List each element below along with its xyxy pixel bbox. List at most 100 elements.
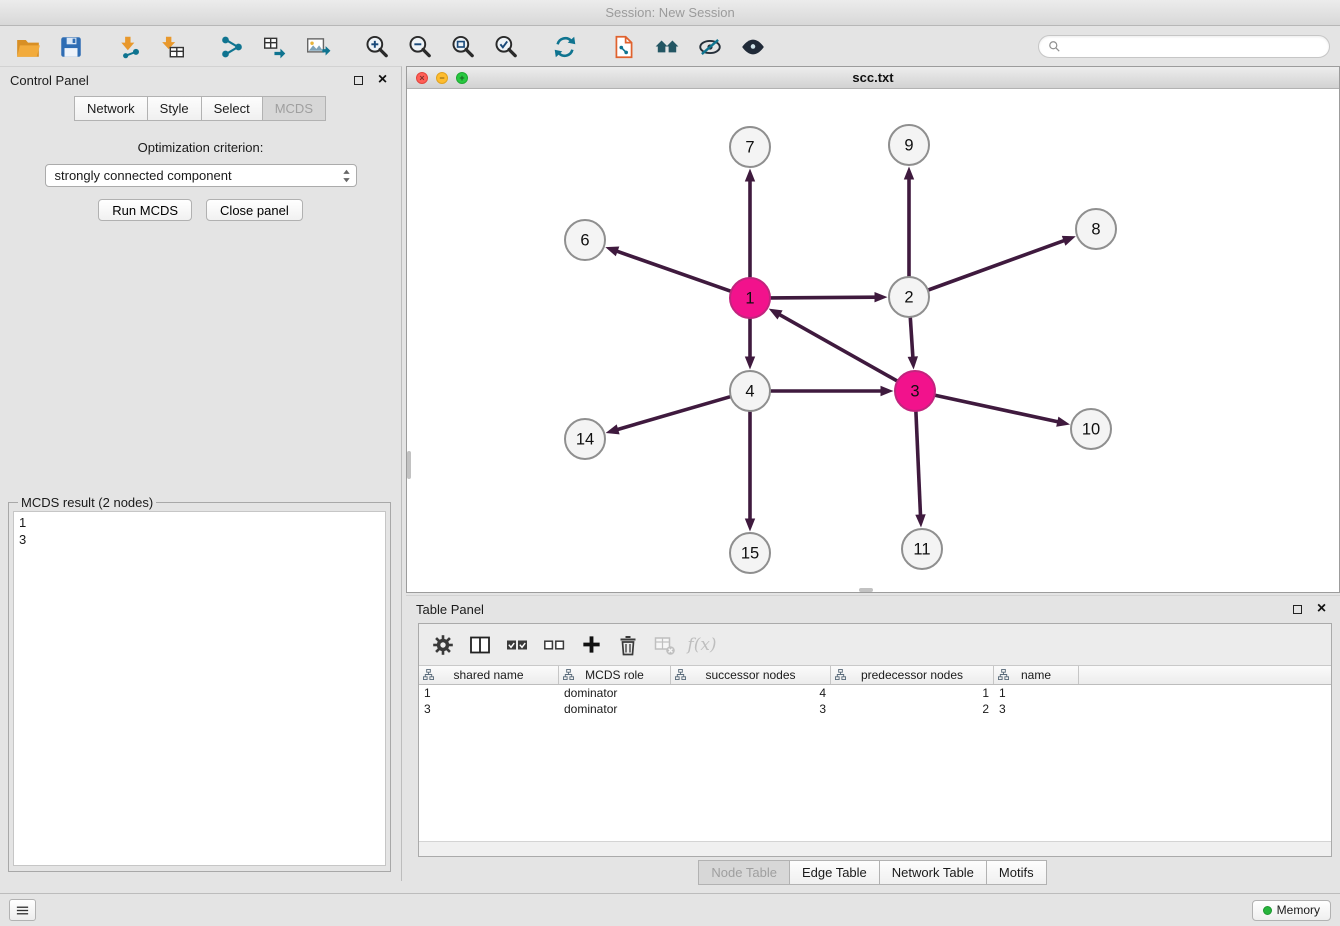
graph-node-9[interactable]: 9 [889,125,929,165]
column-header-predecessor-nodes[interactable]: predecessor nodes [831,666,994,684]
graph-edge-1-4[interactable] [745,319,755,370]
zoom-in-button[interactable] [359,30,395,64]
graph-edge-1-6[interactable] [605,247,730,292]
graph-node-1[interactable]: 1 [730,278,770,318]
float-table-panel-button[interactable] [1289,601,1306,618]
table-row[interactable]: 1dominator411 [419,685,1331,701]
tab-node-table[interactable]: Node Table [698,860,790,885]
apply-preferred-layout-button[interactable] [547,30,583,64]
tab-network[interactable]: Network [74,96,148,121]
function-builder-button: f(x) [685,629,719,661]
unselect-all-columns-button[interactable] [537,629,571,661]
tab-style[interactable]: Style [147,96,202,121]
hide-graphics-details-button[interactable] [692,30,728,64]
network-graph-holder: 7 9 6 8 1 2 4 3 14 10 15 11 [407,89,1339,592]
column-type-icon [835,669,846,680]
tab-edge-table[interactable]: Edge Table [789,860,880,885]
close-panel-action-button[interactable]: Close panel [206,199,303,221]
network-canvas[interactable]: 7 9 6 8 1 2 4 3 14 10 15 11 [407,89,1339,592]
minimize-network-window-button[interactable]: − [436,72,448,84]
graph-node-7[interactable]: 7 [730,127,770,167]
save-session-button[interactable] [53,30,89,64]
graph-edge-4-14[interactable] [606,397,731,435]
graph-node-6[interactable]: 6 [565,220,605,260]
zoom-fit-icon [450,34,476,60]
optimization-criterion-select[interactable]: strongly connected component [45,164,357,187]
search-icon [1048,40,1061,53]
memory-button[interactable]: Memory [1252,900,1331,921]
close-network-window-button[interactable]: × [416,72,428,84]
graph-node-14[interactable]: 14 [565,419,605,459]
node-label: 2 [904,289,913,307]
table-delete-icon [653,633,677,657]
float-control-panel-button[interactable] [350,72,367,89]
graph-edge-3-11[interactable] [915,412,925,528]
zoom-selected-icon [493,34,519,60]
zoom-selected-region-button[interactable] [488,30,524,64]
close-control-panel-button[interactable]: × [374,72,391,89]
select-all-columns-button[interactable] [500,629,534,661]
first-neighbors-button[interactable] [649,30,685,64]
graph-node-3[interactable]: 3 [895,371,935,411]
graph-node-4[interactable]: 4 [730,371,770,411]
graph-edge-1-2[interactable] [771,292,888,302]
graph-edge-4-15[interactable] [745,412,755,532]
delete-table-button [648,629,682,661]
vertical-scrollbar[interactable] [407,451,411,479]
table-box: f(x) shared nameMCDS role successor nodes… [418,623,1332,857]
column-header-successor-nodes[interactable]: successor nodes [671,666,831,684]
table-cell: 1 [994,686,1079,700]
floppy-icon [58,34,84,60]
column-header-shared-name[interactable]: shared name [419,666,559,684]
horizontal-scrollbar[interactable] [859,588,873,592]
clone-network-button[interactable] [257,30,293,64]
network-file-button[interactable] [606,30,642,64]
show-graphics-details-button[interactable] [735,30,771,64]
tab-network-table[interactable]: Network Table [879,860,987,885]
graph-edge-2-8[interactable] [928,236,1076,290]
column-type-icon [675,669,686,680]
open-session-button[interactable] [10,30,46,64]
delete-columns-button[interactable] [611,629,645,661]
column-header-mcds-role[interactable]: MCDS role [559,666,671,684]
node-label: 14 [576,431,594,449]
tab-mcds[interactable]: MCDS [262,96,326,121]
tab-motifs[interactable]: Motifs [986,860,1047,885]
zoom-network-window-button[interactable]: + [456,72,468,84]
graph-edge-2-3[interactable] [908,318,918,370]
create-new-column-button[interactable] [574,629,608,661]
graph-node-15[interactable]: 15 [730,533,770,573]
table-row[interactable]: 3dominator323 [419,701,1331,717]
column-header-label: successor nodes [705,668,795,682]
graph-edge-3-10[interactable] [935,395,1070,427]
tab-select[interactable]: Select [201,96,263,121]
graph-node-11[interactable]: 11 [902,529,942,569]
show-column-button[interactable] [463,629,497,661]
table-cell: 1 [831,686,994,700]
zoom-out-button[interactable] [402,30,438,64]
graph-edge-4-3[interactable] [771,386,894,396]
column-header-name[interactable]: name [994,666,1079,684]
zoom-fit-content-button[interactable] [445,30,481,64]
graph-edge-2-9[interactable] [904,167,914,277]
import-table-from-file-button[interactable] [155,30,191,64]
search-input[interactable] [1066,40,1320,54]
graph-edge-1-7[interactable] [745,169,755,278]
node-label: 3 [910,383,919,401]
table-horizontal-scrollbar[interactable] [419,841,1331,856]
change-table-mode-button[interactable] [426,629,460,661]
close-table-panel-button[interactable]: × [1313,601,1330,618]
graph-node-8[interactable]: 8 [1076,209,1116,249]
task-history-button[interactable] [9,899,36,921]
graph-edge-3-1[interactable] [769,309,897,381]
search-field[interactable] [1038,35,1330,58]
export-image-button[interactable] [300,30,336,64]
mcds-result-group: MCDS result (2 nodes) 13 [8,495,391,872]
mcds-result-list[interactable]: 13 [13,511,386,866]
graph-node-10[interactable]: 10 [1071,409,1111,449]
trash-icon [616,633,640,657]
run-mcds-button[interactable]: Run MCDS [98,199,192,221]
graph-node-2[interactable]: 2 [889,277,929,317]
import-network-from-file-button[interactable] [112,30,148,64]
new-network-button[interactable] [214,30,250,64]
